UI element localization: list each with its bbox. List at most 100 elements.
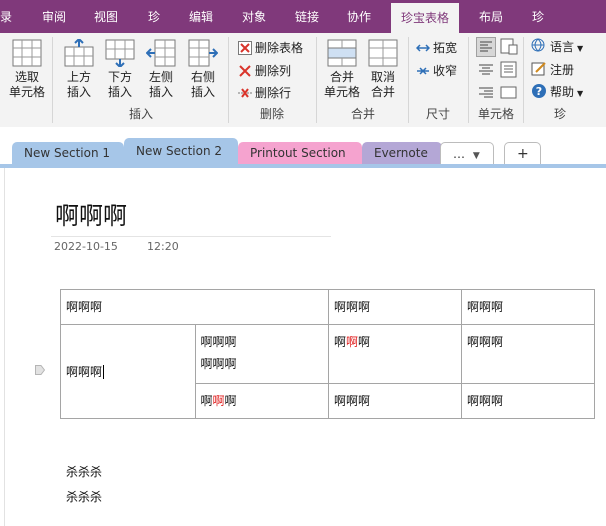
align-right-icon[interactable]	[476, 84, 496, 102]
delete-row-icon	[238, 88, 252, 98]
title-underline	[51, 236, 331, 237]
align-center-icon[interactable]	[476, 61, 496, 79]
insert-below-button[interactable]: 下方 插入	[101, 39, 139, 100]
page-canvas: 啊啊啊 2022-10-15 12:20 啊啊啊 啊啊啊 啊啊啊 啊啊啊 啊啊啊…	[4, 168, 606, 526]
page-title[interactable]: 啊啊啊	[55, 196, 127, 231]
delete-column-button[interactable]: 删除列	[238, 62, 291, 79]
unmerge-label-1: 取消	[370, 70, 395, 84]
widen-button[interactable]: 拓宽	[416, 39, 457, 56]
svg-text:?: ?	[536, 85, 542, 98]
table-cell[interactable]: 啊啊啊	[461, 324, 595, 384]
cell-text: 啊啊啊	[200, 335, 237, 349]
insert-right-label-1: 右侧	[190, 70, 215, 84]
ribbon-separator	[408, 37, 409, 123]
cell-text: 啊啊啊	[200, 357, 237, 371]
ribbon-separator	[52, 37, 53, 123]
menu-tab-view[interactable]: 视图	[94, 0, 118, 33]
table-cell[interactable]: 啊啊啊 啊啊啊	[194, 324, 329, 384]
merge-label-2: 单元格	[323, 85, 360, 99]
data-table: 啊啊啊 啊啊啊 啊啊啊 啊啊啊 啊啊啊 啊啊啊 啊啊啊 啊啊啊 啊啊啊 啊啊啊 …	[60, 289, 595, 419]
select-cell-label-2: 单元格	[8, 85, 45, 99]
language-button[interactable]: 语言 ▼	[531, 38, 583, 55]
cell-properties-icon[interactable]	[500, 37, 518, 55]
more-sections-button[interactable]: … ▼	[440, 142, 494, 165]
group-jewel-label: 珍	[554, 107, 567, 121]
insert-below-icon	[105, 39, 135, 67]
section-tab-2[interactable]: New Section 2	[124, 138, 238, 166]
section-tab-evernote[interactable]: Evernote	[362, 142, 442, 164]
insert-below-label-2: 插入	[107, 85, 132, 99]
section-tab-printout[interactable]: Printout Section	[238, 142, 362, 164]
table-cell[interactable]: 啊啊啊	[461, 289, 595, 325]
unmerge-cells-button[interactable]: 取消 合并	[364, 39, 402, 100]
register-button[interactable]: 注册	[531, 61, 574, 78]
select-cell-label-1: 选取	[14, 70, 39, 84]
insert-above-label-1: 上方	[66, 70, 91, 84]
group-merge-label: 合并	[351, 107, 376, 121]
table-cell[interactable]: 啊啊啊	[461, 383, 595, 419]
delete-table-label: 删除表格	[255, 41, 304, 55]
cell-text-highlighted: 啊	[346, 335, 359, 349]
menu-tab-review[interactable]: 审阅	[42, 0, 66, 33]
insert-left-button[interactable]: 左侧 插入	[142, 39, 180, 100]
chevron-down-icon: ▼	[577, 89, 584, 98]
menu-tab-layout[interactable]: 布局	[479, 0, 503, 33]
unmerge-label-2: 合并	[370, 85, 395, 99]
add-section-button[interactable]: +	[504, 142, 541, 165]
ribbon-separator	[316, 37, 317, 123]
menu-tab-jewel[interactable]: 珍	[148, 0, 160, 33]
ribbon-separator	[523, 37, 524, 123]
chevron-down-icon: ▼	[472, 151, 480, 161]
menu-tab-object[interactable]: 对象	[242, 0, 266, 33]
cell-text: 啊	[334, 335, 347, 349]
register-icon	[531, 62, 546, 76]
cell-list-icon[interactable]	[500, 61, 518, 79]
delete-table-button[interactable]: 删除表格	[238, 39, 303, 56]
delete-table-icon	[238, 41, 252, 55]
menu-tab-jewel-table[interactable]: 珍宝表格	[391, 3, 460, 33]
insert-above-button[interactable]: 上方 插入	[60, 39, 98, 100]
cell-text: 啊	[224, 394, 237, 408]
insert-left-label-2: 插入	[148, 85, 173, 99]
narrow-button[interactable]: 收窄	[416, 62, 457, 79]
paragraph-handle-icon[interactable]	[35, 365, 45, 375]
menu-tab-link[interactable]: 链接	[295, 0, 319, 33]
group-insert-label: 插入	[129, 107, 154, 121]
table-cell[interactable]: 啊啊啊	[60, 324, 196, 419]
select-cell-button[interactable]: 选取 单元格	[6, 39, 48, 100]
table-cell[interactable]: 啊啊啊	[328, 289, 462, 325]
section-tab-1[interactable]: New Section 1	[12, 142, 124, 164]
unmerge-cells-icon	[368, 39, 398, 67]
merge-cells-button[interactable]: 合并 单元格	[321, 39, 363, 100]
table-cell[interactable]: 啊啊啊	[194, 383, 329, 419]
group-size-label: 尺寸	[426, 107, 451, 121]
note-line-1[interactable]: 杀杀杀	[66, 463, 102, 480]
insert-above-icon	[64, 39, 94, 67]
table-cell[interactable]: 啊啊啊	[328, 383, 462, 419]
more-sections-label: …	[453, 147, 465, 161]
help-button[interactable]: ? 帮助 ▼	[531, 83, 583, 100]
menu-tab-record[interactable]: 录	[0, 0, 12, 33]
table-cell[interactable]: 啊啊啊	[328, 324, 462, 384]
insert-left-label-1: 左侧	[148, 70, 173, 84]
menu-tab-collab[interactable]: 协作	[347, 0, 371, 33]
table-cell[interactable]: 啊啊啊	[60, 289, 329, 325]
page-date: 2022-10-15	[54, 240, 118, 253]
section-tab-bar: New Section 1 New Section 2 Printout Sec…	[0, 127, 606, 166]
group-cell-label: 单元格	[478, 107, 515, 121]
register-label: 注册	[550, 63, 575, 77]
merge-label-1: 合并	[329, 70, 354, 84]
delete-row-button[interactable]: 删除行	[238, 84, 291, 101]
insert-right-button[interactable]: 右侧 插入	[184, 39, 222, 100]
cell-text: 啊啊啊	[334, 394, 371, 408]
cell-text: 啊啊啊	[66, 300, 103, 314]
cell-text-highlighted: 啊	[212, 394, 225, 408]
select-cell-icon	[12, 39, 42, 67]
note-line-2[interactable]: 杀杀杀	[66, 488, 102, 505]
language-label: 语言	[550, 40, 575, 54]
page-time: 12:20	[147, 240, 179, 253]
menu-tab-edit[interactable]: 编辑	[189, 0, 213, 33]
align-left-icon[interactable]	[476, 37, 496, 57]
menu-tab-jewel-2[interactable]: 珍	[532, 0, 544, 33]
cell-shading-icon[interactable]	[500, 84, 518, 102]
